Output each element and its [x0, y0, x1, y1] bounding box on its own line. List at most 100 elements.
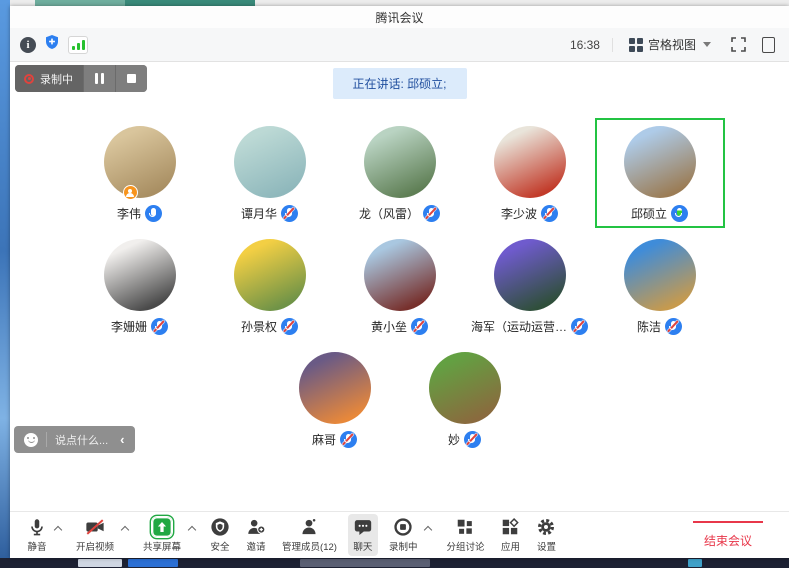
- view-mode-selector[interactable]: 宫格视图: [621, 33, 719, 56]
- meeting-content: 录制中 正在讲话: 邱硕立; 李伟谭月华龙（风雷）李少波邱硕立李姗姗孙景权黄小垒…: [10, 62, 789, 511]
- camera-off-button[interactable]: 开启视频: [71, 514, 119, 556]
- chevron-down-icon: [703, 42, 711, 47]
- chevron-up-icon[interactable]: [187, 524, 197, 534]
- taskbar-item[interactable]: [128, 559, 178, 567]
- toolbar-items: 静音开启视频共享屏幕 安全邀请管理成员(12) 聊天录制中 分组讨论应用设置: [22, 514, 561, 556]
- recording-indicator: 录制中: [15, 65, 147, 92]
- end-meeting-button[interactable]: 结束会议: [693, 521, 763, 549]
- participant-row: 李伟 谭月华龙（风雷） 李少波邱硕立: [75, 118, 725, 228]
- mic-muted-icon: [423, 205, 440, 222]
- members-icon: [299, 517, 319, 537]
- meeting-info-icon[interactable]: i: [20, 37, 36, 53]
- layout-rect-icon: [762, 37, 775, 53]
- participant-name: 李姗姗: [111, 318, 147, 335]
- mic-muted-icon: [281, 205, 298, 222]
- chevron-up-icon[interactable]: [423, 524, 433, 534]
- participant-tile[interactable]: 邱硕立: [595, 118, 725, 228]
- participant-avatar: [494, 239, 566, 311]
- pause-recording-button[interactable]: [83, 65, 115, 92]
- end-meeting-label: 结束会议: [704, 532, 752, 549]
- mic-slash: [544, 207, 556, 219]
- taskbar-item[interactable]: [300, 559, 430, 567]
- layout-window-button[interactable]: [757, 35, 779, 55]
- participant-name-row: 海军（运动运营…: [471, 318, 588, 335]
- participant-tile[interactable]: 海军（运动运营…: [465, 231, 595, 341]
- chat-icon: [353, 517, 373, 537]
- members-button[interactable]: 管理成员(12): [277, 514, 342, 556]
- participant-tile[interactable]: 妙: [400, 344, 530, 454]
- mic-muted-icon: [665, 318, 682, 335]
- chat-button[interactable]: 聊天: [348, 514, 378, 556]
- windows-taskbar[interactable]: [0, 558, 789, 568]
- participant-name: 海军（运动运营…: [471, 318, 567, 335]
- taskbar-item[interactable]: [78, 559, 122, 567]
- collapse-chat-icon[interactable]: ‹: [120, 433, 124, 446]
- recording-status: 录制中: [15, 65, 83, 92]
- mic-slash: [343, 433, 355, 445]
- mic-muted-icon: [411, 318, 428, 335]
- share-screen-icon: [152, 517, 172, 537]
- mic-button[interactable]: 静音: [22, 514, 52, 556]
- participant-avatar: [494, 126, 566, 198]
- network-quality-icon[interactable]: [68, 36, 88, 54]
- participant-name-row: 李伟: [117, 205, 162, 222]
- participant-tile[interactable]: 孙景权: [205, 231, 335, 341]
- toolbar-label: 管理成员(12): [282, 539, 337, 553]
- chevron-up-icon[interactable]: [120, 524, 130, 534]
- participant-avatar: [429, 352, 501, 424]
- participant-tile[interactable]: 谭月华: [205, 118, 335, 228]
- mic-slash: [414, 320, 426, 332]
- participant-name-row: 龙（风雷）: [359, 205, 440, 222]
- participant-avatar: [234, 239, 306, 311]
- invite-icon: [246, 517, 266, 537]
- window-title: 腾讯会议: [375, 9, 423, 26]
- end-meeting-indicator: [693, 521, 763, 523]
- security-icon: [210, 517, 230, 537]
- participant-tile[interactable]: 龙（风雷）: [335, 118, 465, 228]
- camera-off-icon: [85, 517, 105, 537]
- security-button[interactable]: 安全: [205, 514, 235, 556]
- chat-input-bubble[interactable]: 说点什么... ‹: [14, 426, 135, 453]
- record-dot-icon: [24, 74, 34, 84]
- chevron-up-icon[interactable]: [53, 524, 63, 534]
- emoji-icon[interactable]: [24, 433, 38, 447]
- meeting-timer: 16:38: [558, 38, 613, 52]
- participant-tile[interactable]: 陈洁: [595, 231, 725, 341]
- participant-name-row: 邱硕立: [631, 205, 688, 222]
- mic-muted-icon: [151, 318, 168, 335]
- participant-tile[interactable]: 黄小垒: [335, 231, 465, 341]
- mic-on-icon: [145, 205, 162, 222]
- participant-tile[interactable]: 麻哥: [270, 344, 400, 454]
- pause-icon: [95, 73, 104, 84]
- invite-button[interactable]: 邀请: [241, 514, 271, 556]
- stop-recording-button[interactable]: [115, 65, 147, 92]
- fullscreen-button[interactable]: [727, 35, 749, 55]
- toolbar-group-apps: 应用: [495, 514, 525, 556]
- toolbar-label: 应用: [501, 539, 520, 553]
- participant-tile[interactable]: 李伟: [75, 118, 205, 228]
- participant-name-row: 李姗姗: [111, 318, 168, 335]
- chat-placeholder[interactable]: 说点什么...: [55, 432, 108, 448]
- breakout-button[interactable]: 分组讨论: [441, 514, 489, 556]
- participant-avatar: [104, 239, 176, 311]
- settings-button[interactable]: 设置: [531, 514, 561, 556]
- participant-avatar: [624, 239, 696, 311]
- toolbar-group-share-screen: 共享屏幕: [138, 514, 199, 556]
- mic-slash: [426, 207, 438, 219]
- apps-button[interactable]: 应用: [495, 514, 525, 556]
- share-screen-button[interactable]: 共享屏幕: [138, 514, 186, 556]
- stop-icon: [127, 74, 136, 83]
- mic-slash: [668, 320, 680, 332]
- meeting-shield-icon[interactable]: [44, 34, 60, 55]
- taskbar-item[interactable]: [688, 559, 702, 567]
- record-button[interactable]: 录制中: [384, 514, 423, 556]
- participant-avatar: [364, 239, 436, 311]
- participant-name: 李伟: [117, 205, 141, 222]
- participant-tile[interactable]: 李姗姗: [75, 231, 205, 341]
- participant-tile[interactable]: 李少波: [465, 118, 595, 228]
- toolbar-label: 共享屏幕: [143, 539, 181, 553]
- toolbar-label: 录制中: [389, 539, 418, 553]
- host-badge-icon: [123, 185, 138, 200]
- toolbar-group-record: 录制中: [384, 514, 436, 556]
- mic-slash: [284, 207, 296, 219]
